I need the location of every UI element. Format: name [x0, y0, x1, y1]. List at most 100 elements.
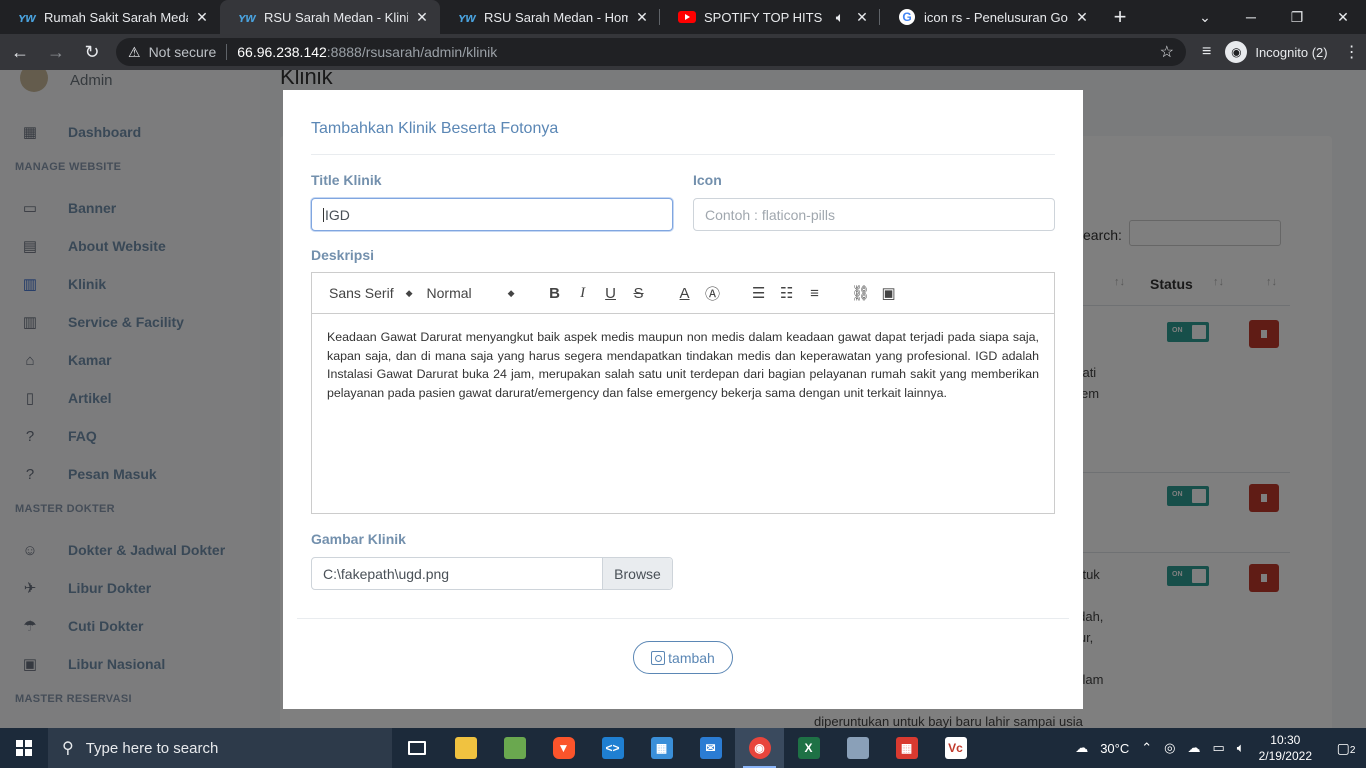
security-label: Not secure	[148, 44, 217, 60]
taskbar-app-vscode[interactable]: <>	[588, 728, 637, 768]
new-tab-button[interactable]: +	[1100, 0, 1140, 34]
icon-label: Icon	[693, 172, 722, 188]
background-color-icon[interactable]: Ⓐ	[699, 281, 727, 305]
taskbar-app-xampp[interactable]	[490, 728, 539, 768]
sarah-logo-icon: ʏw	[238, 9, 256, 25]
size-picker[interactable]: Normal ◆	[427, 285, 515, 301]
start-button[interactable]	[0, 728, 48, 768]
network-icon[interactable]: ▭	[1213, 740, 1225, 756]
vscode-icon: <>	[601, 737, 624, 759]
tab-title: RSU Sarah Medan - Home	[484, 9, 628, 25]
search-icon: ⚲	[62, 740, 74, 757]
underline-icon[interactable]: U	[597, 281, 625, 305]
notification-center[interactable]: ▢2	[1326, 740, 1366, 757]
title-klinik-input[interactable]: IGD	[311, 198, 673, 231]
add-klinik-modal: Tambahkan Klinik Beserta Fotonya Title K…	[283, 90, 1083, 709]
browse-button[interactable]: Browse	[602, 558, 672, 589]
volume-icon[interactable]: 🔈︎	[1237, 740, 1245, 756]
strike-icon[interactable]: S	[625, 281, 653, 305]
ordered-list-icon[interactable]: ☰	[745, 281, 773, 305]
close-icon[interactable]: ✕	[634, 9, 650, 26]
taskbar-app-explorer[interactable]	[441, 728, 490, 768]
system-tray: ☁ 30°C ⌃ ◎ ☁ ▭ 🔈︎ 10:30 2/19/2022 ▢2	[1069, 728, 1366, 768]
excel-icon: X	[797, 737, 820, 759]
clock[interactable]: 10:30 2/19/2022	[1259, 732, 1312, 764]
link-icon[interactable]: ⛓	[847, 281, 875, 305]
speaker-icon[interactable]: 🔈︎	[832, 9, 848, 26]
chevron-updown-icon: ◆	[507, 287, 515, 298]
tambah-button[interactable]: tambah	[633, 641, 733, 674]
taskbar-app-store[interactable]: ▦	[637, 728, 686, 768]
tab-title: SPOTIFY TOP HITS INDO	[704, 9, 826, 25]
file-name: C:\fakepath\ugd.png	[323, 565, 450, 582]
gambar-klinik-label: Gambar Klinik	[311, 531, 406, 547]
tab-search-icon[interactable]: ⌄	[1182, 0, 1228, 34]
font-picker[interactable]: Sans Serif ◆	[329, 285, 413, 301]
icon-input[interactable]: Contoh : flaticon-pills	[693, 198, 1055, 231]
window-controls: ⌄ ─ ❐ ✕	[1182, 0, 1366, 34]
editor-toolbar: Sans Serif ◆ Normal ◆ B I U S A Ⓐ ☰ ☷ ≡ ⛓ …	[311, 272, 1055, 314]
browser-tab[interactable]: G icon rs - Penelusuran Google ✕	[880, 0, 1100, 34]
task-view-button[interactable]	[392, 728, 441, 768]
taskbar-app-photos[interactable]	[833, 728, 882, 768]
address-bar[interactable]: ⚠ Not secure 66.96.238.142 :8888/rsusara…	[116, 38, 1186, 66]
bold-icon[interactable]: B	[541, 281, 569, 305]
meet-icon[interactable]: ◎	[1164, 740, 1175, 756]
title-klinik-value: IGD	[325, 206, 350, 223]
tab-title: icon rs - Penelusuran Google	[924, 9, 1068, 25]
deskripsi-label: Deskripsi	[311, 247, 375, 263]
taskbar-app-excel[interactable]: X	[784, 728, 833, 768]
browser-tab[interactable]: ʏw RSU Sarah Medan - Home ✕	[440, 0, 660, 34]
taskbar-app-vc[interactable]: Vc	[931, 728, 980, 768]
text-color-icon[interactable]: A	[671, 281, 699, 305]
taskbar-app-brave[interactable]: ▼	[539, 728, 588, 768]
notification-icon: ▢	[1336, 739, 1350, 756]
close-icon[interactable]: ✕	[1074, 9, 1090, 26]
store-icon: ▦	[650, 737, 673, 759]
onedrive-icon[interactable]: ☁	[1188, 740, 1201, 756]
description-editor[interactable]: Keadaan Gawat Darurat menyangkut baik as…	[311, 314, 1055, 514]
taskbar-app-calendar[interactable]: ▦	[882, 728, 931, 768]
weather-icon[interactable]: ☁	[1075, 740, 1088, 756]
restore-icon[interactable]: ❐	[1274, 0, 1320, 34]
menu-icon[interactable]: ⋮	[1344, 42, 1360, 62]
profile-label: Incognito (2)	[1255, 44, 1328, 60]
close-window-icon[interactable]: ✕	[1320, 0, 1366, 34]
taskbar-app-mail[interactable]: ✉	[686, 728, 735, 768]
browser-tab[interactable]: SPOTIFY TOP HITS INDO 🔈︎ ✕	[660, 0, 880, 34]
photos-icon	[846, 737, 869, 759]
close-icon[interactable]: ✕	[854, 9, 870, 26]
title-klinik-label: Title Klinik	[311, 172, 382, 188]
vc-icon: Vc	[944, 737, 967, 759]
reload-icon[interactable]: ↻	[76, 36, 108, 68]
bullet-list-icon[interactable]: ☷	[773, 281, 801, 305]
align-icon[interactable]: ≡	[801, 281, 829, 305]
calendar-app-icon: ▦	[895, 737, 918, 759]
url-host: 66.96.238.142	[237, 44, 327, 60]
file-input[interactable]: C:\fakepath\ugd.png Browse	[311, 557, 673, 590]
italic-icon[interactable]: I	[569, 281, 597, 305]
task-view-icon	[407, 741, 426, 755]
back-icon[interactable]: ←	[4, 36, 36, 68]
incognito-icon: ◉	[1225, 41, 1248, 63]
taskbar-app-chrome[interactable]: ◉	[735, 728, 784, 768]
warning-icon[interactable]: ⚠	[128, 44, 141, 61]
forward-icon[interactable]: →	[40, 36, 72, 68]
browser-tab-active[interactable]: ʏw RSU Sarah Medan - Klinik ✕	[220, 0, 440, 34]
incognito-profile[interactable]: ◉ Incognito (2)	[1225, 41, 1328, 63]
taskbar-search[interactable]: ⚲ Type here to search	[48, 728, 392, 768]
clock-time: 10:30	[1270, 733, 1301, 747]
close-icon[interactable]: ✕	[414, 9, 430, 26]
close-icon[interactable]: ✕	[194, 9, 210, 26]
chevron-up-icon[interactable]: ⌃	[1141, 740, 1152, 756]
modal-title: Tambahkan Klinik Beserta Fotonya	[311, 120, 559, 137]
weather-temp[interactable]: 30°C	[1100, 741, 1129, 756]
reading-list-icon[interactable]: ≡	[1202, 43, 1211, 61]
image-icon[interactable]: ▣	[875, 281, 903, 305]
tab-title: RSU Sarah Medan - Klinik	[264, 9, 408, 25]
browser-tab[interactable]: ʏw Rumah Sakit Sarah Medan – I ✕	[0, 0, 220, 34]
google-icon: G	[898, 9, 916, 25]
bookmark-star-icon[interactable]: ☆	[1160, 42, 1174, 62]
minimize-icon[interactable]: ─	[1228, 0, 1274, 34]
divider	[311, 154, 1055, 155]
